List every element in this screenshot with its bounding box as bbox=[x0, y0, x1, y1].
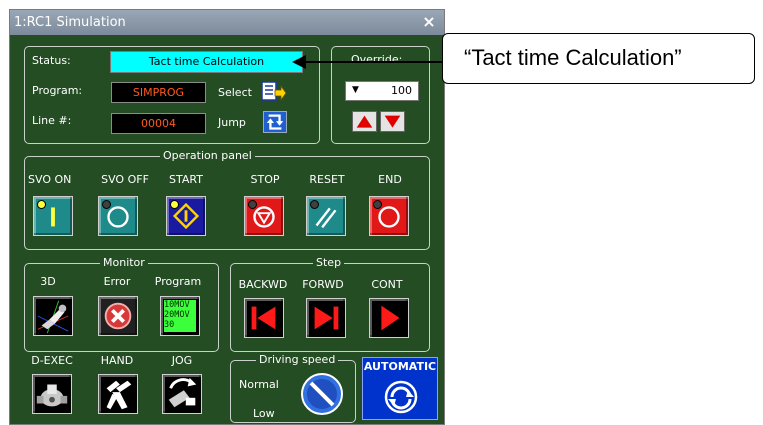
servo-on-label: SVO ON bbox=[28, 173, 72, 186]
continue-button[interactable] bbox=[369, 298, 409, 338]
chevron-down-icon: ▼ bbox=[352, 85, 359, 95]
override-select[interactable]: ▼ 100 bbox=[345, 81, 419, 101]
automatic-mode-icon bbox=[384, 380, 418, 414]
indicator-led bbox=[373, 200, 382, 209]
error-label: Error bbox=[103, 275, 131, 288]
operation-panel-title: Operation panel bbox=[160, 150, 255, 162]
callout-arrow bbox=[292, 55, 452, 69]
3d-view-icon bbox=[37, 300, 69, 334]
override-down-button[interactable] bbox=[380, 111, 405, 132]
step-title: Step bbox=[313, 257, 345, 269]
direct-exec-button[interactable] bbox=[32, 374, 72, 414]
step-backward-button[interactable] bbox=[244, 298, 284, 338]
arrow-down-icon bbox=[384, 115, 401, 128]
automatic-mode-indicator: AUTOMATIC bbox=[362, 357, 438, 420]
reset-label: RESET bbox=[309, 173, 345, 186]
stop-button[interactable] bbox=[244, 196, 284, 236]
continue-label: CONT bbox=[371, 278, 403, 291]
jog-button[interactable] bbox=[162, 374, 202, 414]
servo-on-button[interactable] bbox=[33, 196, 73, 236]
window-title: 1:RC1 Simulation bbox=[14, 15, 126, 30]
program-line: 30 ···· bbox=[164, 320, 184, 332]
low-speed-label: Low bbox=[253, 407, 275, 420]
continue-icon bbox=[381, 305, 400, 331]
indicator-led bbox=[37, 200, 46, 209]
direct-exec-label: D-EXEC bbox=[31, 354, 73, 367]
step-backward-icon bbox=[251, 306, 276, 330]
arrow-up-icon bbox=[356, 115, 373, 128]
program-monitor-button[interactable]: 10MOV 20MOV 30 ···· bbox=[160, 296, 200, 336]
window-title-bar[interactable]: 1:RC1 Simulation bbox=[10, 10, 444, 35]
program-label: Program: bbox=[32, 84, 83, 97]
callout-box: “Tact time Calculation” bbox=[442, 33, 755, 84]
step-forward-icon bbox=[314, 306, 339, 330]
speed-selector-knob[interactable] bbox=[300, 372, 344, 416]
indicator-led bbox=[248, 200, 257, 209]
rotary-knob-icon bbox=[301, 373, 343, 415]
indicator-led bbox=[170, 200, 179, 209]
override-value: 100 bbox=[391, 84, 412, 97]
monitor-title: Monitor bbox=[100, 257, 148, 269]
line-number-display: 00004 bbox=[111, 113, 206, 134]
jog-label: JOG bbox=[171, 354, 193, 367]
close-button[interactable]: × bbox=[420, 12, 438, 32]
override-up-button[interactable] bbox=[352, 111, 377, 132]
reset-button[interactable] bbox=[306, 196, 346, 236]
start-label: START bbox=[169, 173, 203, 186]
end-button[interactable] bbox=[369, 196, 409, 236]
select-program-button[interactable] bbox=[261, 81, 287, 103]
step-forward-button[interactable] bbox=[306, 298, 346, 338]
hand-label: HAND bbox=[100, 354, 134, 367]
3d-view-button[interactable] bbox=[33, 296, 73, 336]
servo-off-label: SVO OFF bbox=[101, 173, 149, 186]
direct-exec-icon bbox=[36, 384, 68, 407]
automatic-label: AUTOMATIC bbox=[363, 360, 437, 373]
program-line: 10MOV bbox=[164, 300, 190, 310]
program-name-display: SIMPROG bbox=[111, 82, 206, 103]
normal-speed-label: Normal bbox=[239, 378, 279, 391]
servo-off-button[interactable] bbox=[98, 196, 138, 236]
select-program-icon bbox=[261, 81, 287, 102]
hand-button[interactable] bbox=[98, 374, 138, 414]
status-label: Status: bbox=[32, 54, 71, 67]
start-button[interactable] bbox=[166, 196, 206, 236]
jump-icon bbox=[266, 114, 284, 130]
line-number-label: Line #: bbox=[32, 114, 72, 127]
jump-label: Jump bbox=[218, 116, 246, 129]
jog-icon bbox=[168, 377, 197, 408]
3d-label: 3D bbox=[40, 275, 56, 288]
program-monitor-icon: 10MOV 20MOV 30 ···· bbox=[164, 300, 196, 332]
driving-speed-title: Driving speed bbox=[256, 354, 339, 366]
indicator-led bbox=[310, 200, 319, 209]
program-line: 20MOV bbox=[164, 310, 190, 320]
backward-label: BACKWD bbox=[238, 278, 288, 291]
status-display: Tact time Calculation bbox=[110, 51, 303, 73]
jump-button[interactable] bbox=[263, 111, 287, 133]
hand-icon bbox=[106, 380, 132, 410]
forward-label: FORWD bbox=[302, 278, 344, 291]
indicator-led bbox=[102, 200, 111, 209]
end-label: END bbox=[378, 173, 402, 186]
program-monitor-label: Program bbox=[154, 275, 202, 288]
error-button[interactable] bbox=[98, 296, 138, 336]
error-icon bbox=[104, 302, 132, 330]
stop-label: STOP bbox=[250, 173, 280, 186]
select-label: Select bbox=[218, 86, 252, 99]
